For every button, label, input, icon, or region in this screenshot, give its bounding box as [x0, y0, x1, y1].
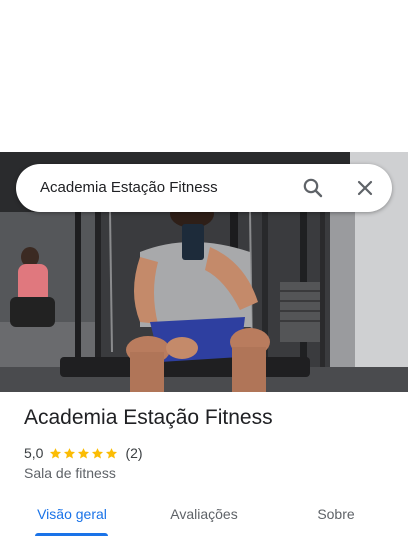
place-page: Academia Estação Fitness Academia Estaçã… [0, 0, 408, 544]
star-icon [64, 447, 76, 459]
place-category[interactable]: Sala de fitness [24, 465, 116, 481]
search-query[interactable]: Academia Estação Fitness [40, 164, 218, 212]
tab-overview[interactable]: Visão geral [30, 496, 114, 536]
rating-value: 5,0 [24, 445, 44, 461]
star-icon [92, 447, 104, 459]
place-tabs: Visão geral Avaliações Sobre [0, 496, 408, 544]
search-icon[interactable] [301, 176, 325, 200]
rating-row[interactable]: 5,0 (2) [24, 444, 143, 462]
search-bar[interactable]: Academia Estação Fitness [16, 164, 392, 212]
review-count[interactable]: (2) [125, 445, 142, 461]
active-tab-indicator [35, 533, 108, 536]
rating-stars [49, 447, 119, 460]
tab-about[interactable]: Sobre [306, 496, 366, 536]
tab-reviews[interactable]: Avaliações [160, 496, 248, 536]
place-title: Academia Estação Fitness [24, 406, 273, 429]
close-icon[interactable] [353, 176, 377, 200]
star-icon [78, 447, 90, 459]
star-icon [50, 447, 62, 459]
star-icon [106, 447, 118, 459]
